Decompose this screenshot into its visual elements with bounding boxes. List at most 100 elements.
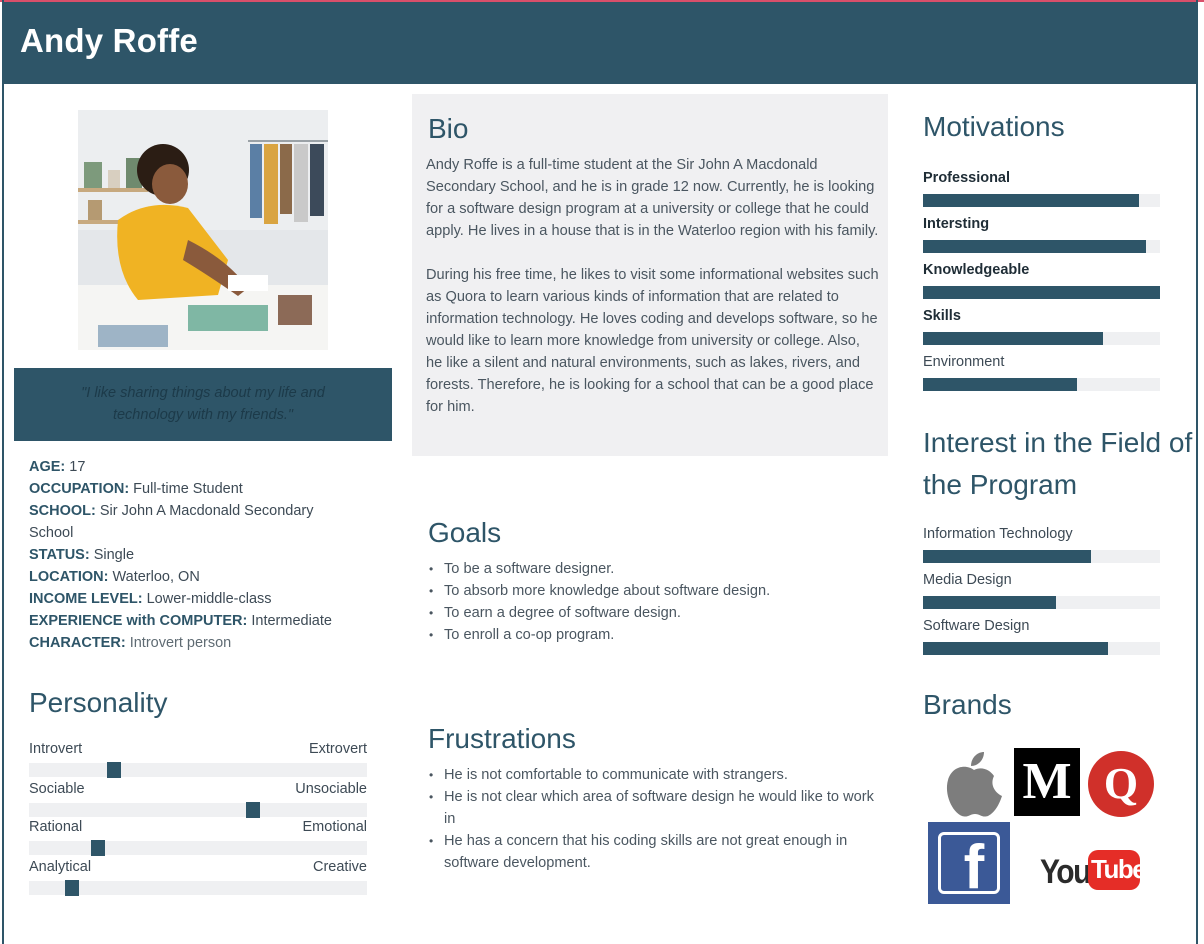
trait-right-label: Unsociable: [295, 781, 367, 797]
motivation-intersting: Intersting: [923, 216, 1160, 262]
youtube-logo-tube-box: Tube: [1088, 850, 1147, 890]
motivation-fill: [923, 240, 1146, 253]
motivation-track: [923, 378, 1160, 391]
fact-label: EXPERIENCE with COMPUTER:: [29, 613, 248, 629]
motivation-label: Knowledgeable: [923, 262, 1030, 278]
facebook-logo-letter: f: [963, 833, 985, 902]
trait-right-label: Creative: [313, 859, 367, 875]
motivation-fill: [923, 194, 1139, 207]
quora-logo-letter: Q: [1103, 759, 1139, 808]
motivation-label: Skills: [923, 308, 961, 324]
trait-left-label: Sociable: [29, 781, 85, 797]
trait-track: [29, 880, 367, 896]
motivation-fill: [923, 378, 1077, 391]
fact-label: CHARACTER:: [29, 635, 126, 651]
interest-label: Information Technology: [923, 526, 1073, 542]
fact-value: Introvert person: [125, 635, 232, 651]
fact-label: OCCUPATION:: [29, 481, 130, 497]
motivations-title: Motivations: [923, 111, 1065, 142]
fact-label: SCHOOL:: [29, 503, 96, 519]
trait-left-label: Introvert: [29, 741, 83, 757]
trait-marker: [107, 762, 121, 778]
goal-item: To earn a degree of software design.: [428, 602, 878, 624]
motivation-knowledgeable: Knowledgeable: [923, 262, 1160, 308]
trait-sociable-unsociable: Sociable Unsociable: [29, 781, 367, 821]
persona-quote-box: "I like sharing things about my life and…: [14, 368, 392, 441]
bio-title: Bio: [428, 113, 469, 144]
bio-paragraph: Andy Roffe is a full-time student at the…: [426, 157, 879, 239]
medium-logo-letter: M: [1022, 753, 1072, 810]
persona-name: Andy Roffe: [20, 22, 198, 59]
motivation-fill: [923, 332, 1103, 345]
medium-logo: M: [1014, 748, 1080, 816]
trait-analytical-creative: Analytical Creative: [29, 859, 367, 899]
interest-fill: [923, 550, 1091, 563]
youtube-logo: You Tube: [1040, 848, 1147, 892]
fact-age: AGE: 17: [29, 456, 359, 478]
fact-value: Single: [89, 547, 135, 563]
personality-title: Personality: [29, 687, 168, 718]
persona-header: Andy Roffe: [2, 2, 1198, 84]
trait-right-label: Extrovert: [308, 741, 367, 757]
trait-marker: [246, 802, 260, 818]
facebook-logo: f: [928, 822, 1010, 904]
trait-left-label: Analytical: [29, 859, 92, 875]
fact-experience: EXPERIENCE with COMPUTER: Intermediate: [29, 610, 359, 632]
motivation-professional: Professional: [923, 170, 1160, 216]
fact-school: SCHOOL: Sir John A Macdonald Secondary S…: [29, 500, 359, 544]
interest-track: [923, 596, 1160, 609]
motivation-label: Professional: [923, 170, 1011, 186]
youtube-logo-tube: Tube: [1091, 854, 1147, 884]
fact-character: CHARACTER: Introvert person: [29, 632, 359, 654]
motivation-skills: Skills: [923, 308, 1160, 354]
trait-marker: [91, 840, 105, 856]
trait-marker: [65, 880, 79, 896]
goals-title: Goals: [428, 517, 502, 548]
fact-label: STATUS:: [29, 547, 90, 563]
fact-label: AGE:: [29, 459, 66, 475]
motivation-label: Intersting: [923, 216, 990, 232]
fact-status: STATUS: Single: [29, 544, 359, 566]
frustration-item: He has a concern that his coding skills …: [428, 830, 878, 874]
motivation-label: Environment: [923, 354, 1005, 370]
motivation-track: [923, 240, 1160, 253]
interest-track: [923, 550, 1160, 563]
interest-label: Media Design: [923, 572, 1012, 588]
trait-left-label: Rational: [29, 819, 83, 835]
goal-item: To be a software designer.: [428, 558, 878, 580]
goal-item: To absorb more knowledge about software …: [428, 580, 878, 602]
bio-paragraph: During his free time, he likes to visit …: [426, 267, 879, 415]
persona-photo: [78, 110, 328, 350]
brands-title: Brands: [923, 689, 1012, 720]
frustrations-list: He is not comfortable to communicate wit…: [428, 764, 878, 874]
fact-income-level: INCOME LEVEL: Lower-middle-class: [29, 588, 359, 610]
quora-logo: Q: [1088, 751, 1154, 817]
interest-label: Software Design: [923, 618, 1030, 634]
motivation-track: [923, 286, 1160, 299]
fact-occupation: OCCUPATION: Full-time Student: [29, 478, 359, 500]
fact-value: 17: [65, 459, 86, 475]
interest-track: [923, 642, 1160, 655]
interest-fill: [923, 642, 1108, 655]
motivation-environment: Environment: [923, 354, 1160, 400]
interest-information-technology: Information Technology: [923, 526, 1160, 572]
persona-quote: "I like sharing things about my life and…: [81, 385, 325, 423]
trait-rational-emotional: Rational Emotional: [29, 819, 367, 859]
apple-logo: [944, 748, 1004, 818]
goals-list: To be a software designer. To absorb mor…: [428, 558, 878, 646]
motivation-track: [923, 332, 1160, 345]
interest-fill: [923, 596, 1056, 609]
goal-item: To enroll a co-op program.: [428, 624, 878, 646]
fact-value: Lower-middle-class: [142, 591, 272, 607]
fact-label: INCOME LEVEL:: [29, 591, 143, 607]
fact-label: LOCATION:: [29, 569, 109, 585]
frustration-item: He is not clear which area of software d…: [428, 786, 878, 830]
interest-title: Interest in the Field of the Program: [923, 427, 1193, 500]
fact-value: Full-time Student: [129, 481, 243, 497]
frustrations-title: Frustrations: [428, 723, 576, 754]
interest-media-design: Media Design: [923, 572, 1160, 618]
fact-location: LOCATION: Waterloo, ON: [29, 566, 359, 588]
trait-track: [29, 802, 367, 818]
bio-text: Andy Roffe is a full-time student at the…: [426, 154, 880, 418]
motivation-track: [923, 194, 1160, 207]
